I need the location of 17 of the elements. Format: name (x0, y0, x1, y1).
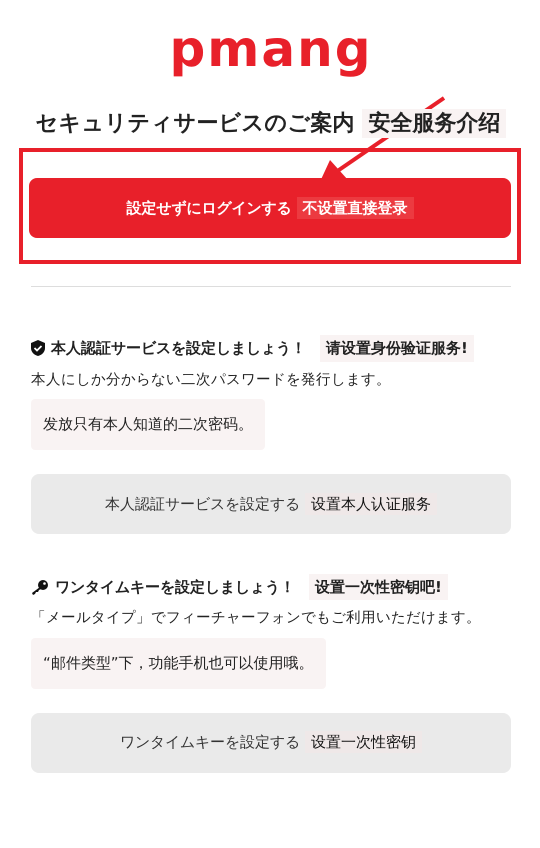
translation-label: 设置一次性密钥吧! (309, 574, 448, 600)
translation-label: 不设置直接登录 (296, 196, 414, 219)
translation-label: 设置本人认证服务 (304, 492, 437, 514)
page-title: セキュリティサービスのご案内 (36, 111, 355, 136)
section-heading: 本人認証サービスを設定しましょう！ (51, 338, 306, 359)
translation-label: 发放只有本人知道的二次密码。 (31, 399, 265, 450)
translation-label: “邮件类型”下，功能手机也可以使用哦。 (31, 638, 326, 688)
setup-button[interactable]: 本人認証サービスを設定する 设置本人认证服务 (31, 474, 511, 534)
section-description: 本人にしか分からない二次パスワードを発行します。 (31, 370, 392, 390)
translation-label: 请设置身份验证服务! (320, 335, 474, 362)
section-heading: ワンタイムキーを設定しましょう！ (55, 576, 295, 598)
translation-label: 设置一次性密钥 (304, 731, 422, 754)
key-icon (31, 579, 49, 595)
section-description: 「メールタイプ」でフィーチャーフォンでもご利用いただけます。 (31, 608, 482, 628)
translation-label: 安全服务介绍 (362, 109, 506, 138)
setup-button[interactable]: ワンタイムキーを設定する 设置一次性密钥 (31, 712, 511, 772)
shield-check-icon (31, 340, 45, 356)
